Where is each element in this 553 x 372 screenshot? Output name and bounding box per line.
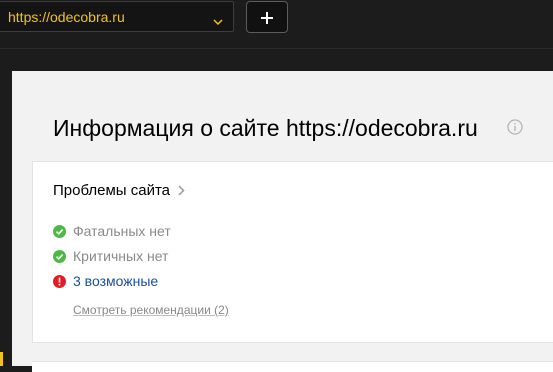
site-problems-card: Проблемы сайта Фатальных нет Критичных н… <box>32 161 553 343</box>
view-recommendations-link[interactable]: Смотреть рекомендации (2) <box>73 303 229 317</box>
add-site-button[interactable] <box>246 1 288 33</box>
topbar-divider <box>0 48 553 49</box>
site-problems-title-text: Проблемы сайта <box>53 182 171 199</box>
top-bar: https://odecobra.ru <box>0 0 553 48</box>
sidebar-accent <box>0 352 3 366</box>
chevron-right-icon <box>178 183 185 200</box>
problem-critical-label: Критичных нет <box>73 248 169 264</box>
next-card <box>32 361 553 372</box>
page-title: Информация о сайте https://odecobra.ru <box>53 115 478 141</box>
info-icon[interactable] <box>507 119 523 140</box>
site-problems-title[interactable]: Проблемы сайта <box>53 182 185 200</box>
problem-fatal-label: Фатальных нет <box>73 223 171 239</box>
warning-circle-icon <box>53 275 66 291</box>
check-circle-icon <box>53 225 66 241</box>
site-select-value: https://odecobra.ru <box>8 9 125 25</box>
check-circle-icon <box>53 250 66 266</box>
problem-possible-link[interactable]: 3 возможные <box>73 273 158 289</box>
site-select-dropdown[interactable]: https://odecobra.ru <box>0 1 234 32</box>
plus-icon <box>261 12 273 24</box>
main-content: Информация о сайте https://odecobra.ru П… <box>12 71 553 372</box>
chevron-down-icon <box>213 13 223 31</box>
